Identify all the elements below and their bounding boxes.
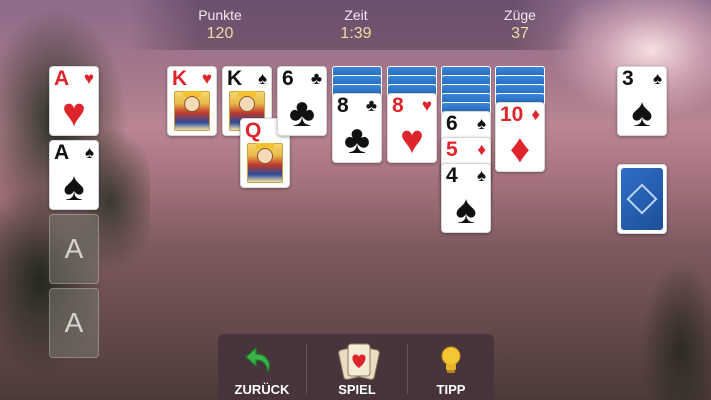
playing-card[interactable]: 4 ♠ ♠ [441,163,491,233]
playing-card[interactable]: 10 ♦ ♦ [495,102,545,172]
moves-label: Züge [504,7,536,23]
score-header: Punkte 120 Zeit 1:39 Züge 37 [130,0,581,50]
playing-card[interactable]: 6 ♣ ♣ [277,66,327,136]
card-back-icon [621,168,663,230]
card-suit-small: ♠ [257,69,267,88]
game-button[interactable]: SPIEL [307,334,407,400]
undo-button[interactable]: ZURÜCK [218,334,306,400]
score-value: 120 [206,25,234,42]
card-rank: A [54,141,70,164]
card-suit-large: ♠ [63,165,85,209]
card-suit-small: ♦ [477,140,486,159]
card-suit-small: ♥ [421,96,432,115]
card-rank: K [172,67,188,90]
card-rank: 8 [337,94,349,117]
undo-label: ZURÜCK [234,382,290,397]
card-suit-small: ♠ [476,166,486,185]
undo-arrow-icon [242,342,282,378]
foundation-empty-slot[interactable]: A [49,214,99,284]
card-suit-large: ♥ [400,118,424,162]
card-rank: K [227,67,243,90]
playing-card[interactable]: A ♥ ♥ [49,66,99,136]
playing-card[interactable]: A ♠ ♠ [49,140,99,210]
hint-label: TIPP [436,382,466,397]
card-suit-small: ♥ [83,69,94,88]
card-rank: 6 [282,67,294,90]
card-rank: Q [245,119,262,142]
card-suit-large: ♥ [62,91,86,135]
time-value: 1:39 [340,25,372,42]
moves-value: 37 [511,25,529,42]
court-figure-icon [174,91,210,131]
foundation-empty-slot[interactable]: A [49,288,99,358]
hint-button[interactable]: TIPP [408,334,494,400]
time-stat: Zeit 1:39 [306,7,406,43]
score-label: Punkte [198,7,242,23]
card-suit-small: ♠ [476,114,486,133]
court-figure-icon [247,143,283,183]
card-suit-small: ♦ [531,105,540,124]
card-suit-small: ♣ [365,96,377,115]
stock-pile[interactable] [617,164,667,234]
time-label: Zeit [344,7,368,23]
card-suit-small: ♠ [84,143,94,162]
card-rank: 10 [500,103,524,126]
foundation-placeholder: A [64,233,84,264]
bottom-toolbar: ZURÜCK SPIEL TIPP [218,334,494,400]
lightbulb-icon [431,342,471,378]
playing-card[interactable]: 8 ♥ ♥ [387,93,437,163]
playing-card[interactable]: K ♥ [167,66,217,136]
game-label: SPIEL [338,382,376,397]
card-suit-large: ♣ [288,91,316,135]
moves-stat: Züge 37 [470,7,570,43]
cards-heart-icon [337,342,380,380]
card-suit-large: ♦ [509,127,531,171]
playing-card[interactable]: 3 ♠ ♠ [617,66,667,136]
card-suit-small: ♠ [652,69,662,88]
card-suit-large: ♣ [343,118,371,162]
card-rank: 3 [622,67,634,90]
card-suit-small: ♥ [201,69,212,88]
foundation-placeholder: A [64,307,84,338]
card-rank: 6 [446,112,458,135]
score-stat: Punkte 120 [170,7,270,43]
card-rank: A [54,67,70,90]
card-rank: 8 [392,94,404,117]
card-rank: 4 [446,164,458,187]
card-rank: 5 [446,138,458,161]
card-suit-large: ♠ [455,188,477,232]
card-suit-large: ♠ [631,91,653,135]
playing-card[interactable]: 8 ♣ ♣ [332,93,382,163]
card-suit-small: ♣ [310,69,322,88]
